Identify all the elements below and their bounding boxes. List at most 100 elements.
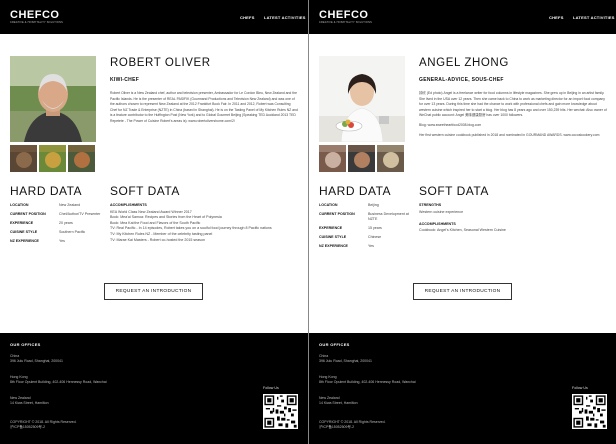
hard-data-label: LOCATION: [10, 203, 29, 207]
soft-data-line: Cookbook: Angel's Kitchen, Seasonal West…: [419, 227, 506, 232]
follow-us-label: Follow Us: [572, 386, 588, 390]
hard-data-title: HARD DATA: [10, 184, 83, 198]
footer-title: OUR OFFICES: [319, 342, 350, 347]
chef-photo: [10, 56, 96, 142]
chef-bio: Robert Oliver is a New Zealand chef, aut…: [110, 91, 298, 129]
chef-name: ROBERT OLIVER: [110, 57, 211, 69]
hard-data-label: NZ EXPERIENCE: [319, 244, 348, 248]
gallery-thumbnail[interactable]: [68, 145, 95, 172]
hard-data-value: Chef/Author/TV Presenter: [59, 212, 101, 216]
hard-data-row: CURRENT POSITION Business Development at …: [319, 212, 411, 222]
office-china: China 396 Julu Road, Shanghai, 200041: [319, 354, 372, 364]
chef-photo: [319, 56, 405, 142]
icp-number: 沪ICP备15052509号-2: [10, 425, 46, 429]
logo[interactable]: CHEFCO: [319, 9, 368, 21]
hard-data-row: NZ EXPERIENCE Yes: [319, 244, 411, 249]
hard-data-label: EXPERIENCE: [10, 221, 34, 225]
chef-role: KIWI-CHEF: [110, 77, 140, 83]
soft-data-heading: ACCOMPLISHMENTS: [110, 203, 147, 207]
hard-data-value: Beijing: [368, 203, 379, 207]
chef-bio: 钟欣 (Ed photo) Angel is a freelance write…: [419, 91, 607, 142]
hard-data-label: CUISINE STYLE: [319, 235, 347, 239]
soft-data-lines: KEA World Class New Zealand Award Winner…: [110, 210, 298, 244]
qr-code-icon[interactable]: [572, 394, 607, 429]
chef-name: ANGEL ZHONG: [419, 57, 509, 69]
logo-tagline: CREATIVE & HOSPITALITY SOLUTIONS: [10, 21, 63, 24]
hard-data-row: EXPERIENCE 15 years: [319, 226, 411, 231]
soft-data-title: SOFT DATA: [110, 184, 180, 198]
hard-data-label: EXPERIENCE: [319, 226, 343, 230]
office-new-zealand: New Zealand 14 Kiwa Street, Hamilton: [10, 396, 49, 406]
footer: OUR OFFICES China 396 Julu Road, Shangha…: [0, 333, 308, 444]
hard-data-value: Yes: [59, 239, 65, 243]
hard-data-value: New Zealand: [59, 203, 81, 207]
nav-link-latest-activities[interactable]: LATEST ACTIVITIES: [264, 15, 306, 20]
request-introduction-button[interactable]: REQUEST AN INTRODUCTION: [104, 283, 203, 300]
nav-link-chefs[interactable]: CHEFS: [240, 15, 255, 20]
hard-data-row: NZ EXPERIENCE Yes: [10, 239, 102, 244]
soft-data-lines: Western cuisine experience ACCOMPLISHMENT…: [419, 210, 607, 234]
hard-data-table: LOCATION New Zealand CURRENT POSITION Chef/…: [10, 203, 102, 248]
soft-data-line: [419, 215, 607, 218]
office-china: China 396 Julu Road, Shanghai, 200041: [10, 354, 63, 364]
copyright: COPYRIGHT © 2018. All Rights Reserved. 沪…: [319, 420, 386, 430]
office-new-zealand: New Zealand 14 Kiwa Street, Hamilton: [319, 396, 358, 406]
office-address: 14 Kiwa Street, Hamilton: [319, 401, 358, 405]
hard-data-label: CURRENT POSITION: [319, 212, 355, 216]
copyright: COPYRIGHT © 2018. All Rights Reserved. 沪…: [10, 420, 77, 430]
nav-link-chefs[interactable]: CHEFS: [549, 15, 564, 20]
soft-data-title: SOFT DATA: [419, 184, 489, 198]
qr-code-icon[interactable]: [263, 394, 298, 429]
chef-role: GENERAL-ADVICE, SOUS-CHEF: [419, 77, 504, 83]
icp-number: 沪ICP备15052509号-2: [319, 425, 355, 429]
hard-data-row: LOCATION New Zealand: [10, 203, 102, 208]
hard-data-value: Business Development at NZTE: [368, 212, 409, 221]
bio-paragraph: 钟欣 (Ed photo) Angel is a freelance write…: [419, 91, 607, 118]
hard-data-row: CUISINE STYLE Southern Pacific: [10, 230, 102, 235]
gallery-thumbnail[interactable]: [10, 145, 37, 172]
hard-data-title: HARD DATA: [319, 184, 392, 198]
office-address: 396 Julu Road, Shanghai, 200041: [319, 359, 372, 363]
request-introduction-button[interactable]: REQUEST AN INTRODUCTION: [413, 283, 512, 300]
hard-data-value: Southern Pacific: [59, 230, 86, 234]
bio-paragraph: Blog: www.sweetheartfood2008.blog.com: [419, 122, 482, 127]
hard-data-value: 20 years: [59, 221, 73, 225]
hard-data-value: 15 years: [368, 226, 382, 230]
office-address: 8th Floor Opulent Building, 402-406 Henn…: [10, 380, 107, 384]
chef-profile-page: CHEFCO CREATIVE & HOSPITALITY SOLUTIONS …: [309, 0, 616, 444]
hard-data-row: LOCATION Beijing: [319, 203, 411, 208]
footer: OUR OFFICES China 396 Julu Road, Shangha…: [309, 333, 616, 444]
hard-data-row: CURRENT POSITION Chef/Author/TV Presenter: [10, 212, 102, 217]
nav-link-latest-activities[interactable]: LATEST ACTIVITIES: [573, 15, 615, 20]
hard-data-label: CURRENT POSITION: [10, 212, 46, 216]
office-address: 8th Floor Opulent Building, 402-406 Henn…: [319, 380, 416, 384]
soft-data-heading: STRENGTHS: [419, 203, 442, 207]
logo[interactable]: CHEFCO: [10, 9, 59, 21]
hard-data-value: Chinese: [368, 235, 382, 239]
hard-data-table: LOCATION Beijing CURRENT POSITION Business …: [319, 203, 411, 253]
bio-paragraph: Robert Oliver is a New Zealand chef, aut…: [110, 91, 298, 123]
gallery-thumbnail[interactable]: [319, 145, 346, 172]
footer-title: OUR OFFICES: [10, 342, 41, 347]
soft-data-line: TV: Marae Kai Masters - Robert co-hosted…: [110, 237, 205, 242]
office-hong-kong: Hong Kong 8th Floor Opulent Building, 40…: [319, 375, 416, 385]
office-address: 396 Julu Road, Shanghai, 200041: [10, 359, 63, 363]
top-nav: CHEFCO CREATIVE & HOSPITALITY SOLUTIONS …: [309, 0, 616, 34]
gallery-thumbnail[interactable]: [39, 145, 66, 172]
office-address: 14 Kiwa Street, Hamilton: [10, 401, 49, 405]
chef-profile-page: CHEFCO CREATIVE & HOSPITALITY SOLUTIONS …: [0, 0, 308, 444]
soft-data-block: ACCOMPLISHMENTS KEA World Class New Zeal…: [110, 203, 298, 243]
office-hong-kong: Hong Kong 8th Floor Opulent Building, 40…: [10, 375, 107, 385]
gallery-thumbnail[interactable]: [348, 145, 375, 172]
top-nav: CHEFCO CREATIVE & HOSPITALITY SOLUTIONS …: [0, 0, 308, 34]
hard-data-value: Yes: [368, 244, 374, 248]
logo-tagline: CREATIVE & HOSPITALITY SOLUTIONS: [319, 21, 372, 24]
soft-data-block: STRENGTHS Western cuisine experience ACCO…: [419, 203, 607, 233]
hard-data-label: NZ EXPERIENCE: [10, 239, 39, 243]
hard-data-row: EXPERIENCE 20 years: [10, 221, 102, 226]
gallery-thumbnail[interactable]: [377, 145, 404, 172]
hard-data-row: CUISINE STYLE Chinese: [319, 235, 411, 240]
hard-data-label: LOCATION: [319, 203, 338, 207]
bio-paragraph: Her first western cuisine cookbook publi…: [419, 132, 600, 137]
hard-data-label: CUISINE STYLE: [10, 230, 38, 234]
